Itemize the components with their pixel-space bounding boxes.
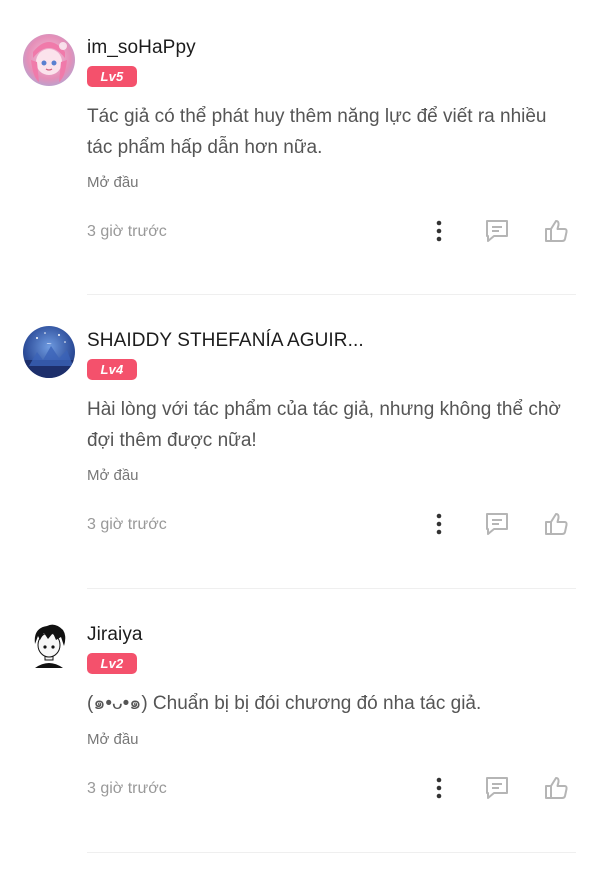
username[interactable]: im_soHaPpy	[87, 37, 196, 59]
timestamp: 3 giờ trước	[87, 780, 167, 797]
more-vertical-icon	[436, 777, 442, 799]
more-button[interactable]	[424, 773, 454, 803]
level-badge: Lv2	[87, 653, 137, 674]
timestamp: 3 giờ trước	[87, 223, 167, 240]
chapter-source[interactable]: Mở đầu	[87, 731, 139, 748]
thumbs-up-icon	[545, 777, 568, 799]
svg-text:~: ~	[46, 340, 52, 348]
avatar[interactable]: ~	[23, 326, 75, 378]
level-badge: Lv5	[87, 66, 137, 87]
reply-button[interactable]	[482, 773, 512, 803]
comment-text: Hài lòng với tác phẩm của tác giả, nhưng…	[87, 399, 561, 451]
like-button[interactable]	[541, 216, 571, 246]
more-button[interactable]	[424, 509, 454, 539]
chapter-source[interactable]: Mở đầu	[87, 467, 139, 484]
comment-text: (๑•ᴗ•๑) Chuẩn bị bị đói chương đó nha tá…	[87, 693, 482, 714]
more-vertical-icon	[436, 513, 442, 535]
divider	[87, 294, 576, 295]
username[interactable]: SHAIDDY STHEFANÍA AGUIR...	[87, 330, 364, 352]
chapter-source[interactable]: Mở đầu	[87, 174, 139, 191]
comment-icon	[486, 513, 508, 535]
avatar-image: ~	[23, 332, 75, 378]
comment-icon	[486, 777, 508, 799]
divider	[87, 852, 576, 853]
reply-button[interactable]	[482, 216, 512, 246]
thumbs-up-icon	[545, 513, 568, 535]
divider	[87, 588, 576, 589]
username[interactable]: Jiraiya	[87, 624, 143, 646]
timestamp: 3 giờ trước	[87, 516, 167, 533]
comment-text: Tác giả có thể phát huy thêm năng lực để…	[87, 106, 547, 158]
like-button[interactable]	[541, 509, 571, 539]
more-vertical-icon	[436, 220, 442, 242]
more-button[interactable]	[424, 216, 454, 246]
thumbs-up-icon	[545, 220, 568, 242]
reply-button[interactable]	[482, 509, 512, 539]
avatar-image	[31, 42, 67, 82]
comment-icon	[486, 220, 508, 242]
avatar-image	[34, 624, 66, 668]
like-button[interactable]	[541, 773, 571, 803]
avatar[interactable]	[23, 34, 75, 86]
level-badge: Lv4	[87, 359, 137, 380]
avatar[interactable]	[23, 620, 75, 672]
